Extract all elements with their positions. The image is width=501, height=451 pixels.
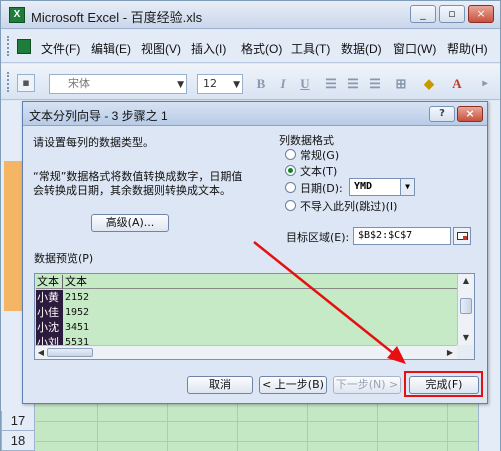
preview-vertical-scrollbar[interactable]: ▲ ▼	[457, 274, 474, 346]
italic-button[interactable]: I	[273, 74, 293, 94]
minimize-icon[interactable]: _	[410, 5, 436, 23]
instruction-text: 请设置每列的数据类型。	[33, 136, 154, 149]
date-format-value: YMD	[354, 181, 373, 192]
chevron-down-icon[interactable]: ▼	[233, 76, 240, 94]
grid-line	[36, 421, 478, 422]
menu-tools[interactable]: 工具(T)	[291, 40, 330, 57]
scroll-down-icon[interactable]: ▼	[460, 332, 472, 344]
date-format-select[interactable]: YMD ▼	[349, 178, 415, 196]
excel-window: X Microsoft Excel - 百度经验.xls _ ▫ × 文件(F)…	[0, 0, 501, 451]
row-number-17[interactable]: 17	[1, 411, 35, 431]
column-format-heading: 列数据格式	[279, 134, 334, 147]
next-button[interactable]: 下一步(N) >	[333, 376, 401, 394]
scroll-up-icon[interactable]: ▲	[460, 275, 472, 287]
font-name-select[interactable]: 宋体 ▼	[49, 74, 187, 94]
scroll-right-icon[interactable]: ▶	[444, 347, 456, 359]
font-color-button[interactable]: A	[447, 74, 467, 94]
preview-cell: 3451	[65, 322, 90, 333]
bold-button[interactable]: B	[251, 74, 271, 94]
dialog-close-icon[interactable]: ×	[457, 106, 483, 122]
menu-window[interactable]: 窗口(W)	[393, 40, 436, 57]
menu-view[interactable]: 视图(V)	[141, 40, 181, 57]
menu-edit[interactable]: 编辑(E)	[91, 40, 131, 57]
chevron-down-icon[interactable]: ▼	[400, 179, 414, 195]
radio-text-label[interactable]: 文本(T)	[300, 163, 337, 179]
preview-cell: 小佳	[36, 305, 63, 320]
destination-label: 目标区域(E):	[286, 231, 350, 244]
close-icon[interactable]: ×	[468, 5, 494, 23]
document-icon[interactable]	[17, 39, 31, 54]
collapse-dialog-icon[interactable]	[453, 227, 471, 245]
title-bar: X Microsoft Excel - 百度经验.xls _ ▫ ×	[1, 1, 500, 29]
preview-cell: 小黄	[36, 290, 63, 305]
help-icon[interactable]: ?	[429, 106, 455, 122]
scroll-thumb[interactable]	[47, 348, 93, 357]
radio-date[interactable]	[285, 182, 296, 193]
formatting-toolbar: ▪ 宋体 ▼ 12 ▼ B I U ☰ ☰ ☰ ⊞ ◆ A ▸	[1, 64, 500, 100]
excel-icon[interactable]: X	[9, 7, 25, 23]
menu-grip-handle[interactable]	[7, 36, 11, 56]
align-right-icon[interactable]: ☰	[365, 74, 385, 94]
chevron-down-icon[interactable]: ▼	[177, 76, 184, 94]
preview-label: 数据预览(P)	[34, 252, 94, 265]
toolbar-grip-handle[interactable]	[7, 72, 11, 92]
menu-format[interactable]: 格式(O)	[241, 40, 282, 57]
save-icon[interactable]: ▪	[17, 74, 35, 92]
grid-line	[36, 441, 478, 442]
cancel-button[interactable]: 取消	[187, 376, 253, 394]
toolbar-options-icon[interactable]: ▸	[475, 74, 495, 94]
menu-bar: 文件(F) 编辑(E) 视图(V) 插入(I) 格式(O) 工具(T) 数据(D…	[1, 30, 500, 63]
radio-general-label[interactable]: 常规(G)	[300, 147, 339, 163]
dialog-title: 文本分列向导 - 3 步骤之 1	[29, 109, 168, 123]
borders-icon[interactable]: ⊞	[391, 74, 411, 94]
preview-header-col-2[interactable]: 文本	[64, 275, 87, 289]
menu-help[interactable]: 帮助(H)	[447, 40, 488, 57]
data-preview[interactable]: 文本 文本 小黄 2152 小佳 1952 小沈 3451 小刘 5531 ▲	[34, 273, 475, 360]
align-left-icon[interactable]: ☰	[321, 74, 341, 94]
radio-text[interactable]	[285, 165, 296, 176]
scroll-left-icon[interactable]: ◀	[35, 347, 47, 359]
radio-date-label[interactable]: 日期(D):	[300, 180, 343, 196]
menu-file[interactable]: 文件(F)	[41, 40, 80, 57]
restore-icon[interactable]: ▫	[439, 5, 465, 23]
font-size-value: 12	[203, 77, 217, 90]
fill-color-icon[interactable]: ◆	[419, 74, 439, 94]
text-to-columns-dialog: 文本分列向导 - 3 步骤之 1 ? × 请设置每列的数据类型。 “常规”数据格…	[22, 101, 488, 404]
menu-data[interactable]: 数据(D)	[341, 40, 382, 57]
preview-cell: 小沈	[36, 320, 63, 335]
preview-cell: 2152	[65, 292, 90, 303]
radio-skip-label[interactable]: 不导入此列(跳过)(I)	[300, 198, 397, 214]
radio-skip[interactable]	[285, 200, 296, 211]
underline-button[interactable]: U	[295, 74, 315, 94]
advanced-button[interactable]: 高级(A)...	[91, 214, 169, 232]
row-number-18[interactable]: 18	[1, 431, 35, 451]
preview-header-col-1[interactable]: 文本	[36, 275, 63, 289]
dialog-title-bar: 文本分列向导 - 3 步骤之 1 ? ×	[23, 102, 487, 126]
scrollbar-corner	[457, 345, 474, 359]
back-button[interactable]: < 上一步(B)	[259, 376, 327, 394]
finish-highlight-box	[404, 371, 483, 397]
description-line-2: 会转换成日期，其余数据则转换成文本。	[33, 184, 231, 197]
menu-insert[interactable]: 插入(I)	[191, 40, 226, 57]
preview-cell: 1952	[65, 307, 90, 318]
destination-input[interactable]: $B$2:$C$7	[353, 227, 451, 245]
font-size-select[interactable]: 12 ▼	[197, 74, 243, 94]
align-center-icon[interactable]: ☰	[343, 74, 363, 94]
font-name-value: 宋体	[68, 77, 90, 90]
preview-header-row: 文本 文本	[36, 275, 457, 289]
window-title: Microsoft Excel - 百度经验.xls	[31, 10, 203, 25]
scroll-thumb[interactable]	[460, 298, 472, 314]
radio-general[interactable]	[285, 149, 296, 160]
preview-horizontal-scrollbar[interactable]: ◀ ▶	[35, 345, 458, 359]
